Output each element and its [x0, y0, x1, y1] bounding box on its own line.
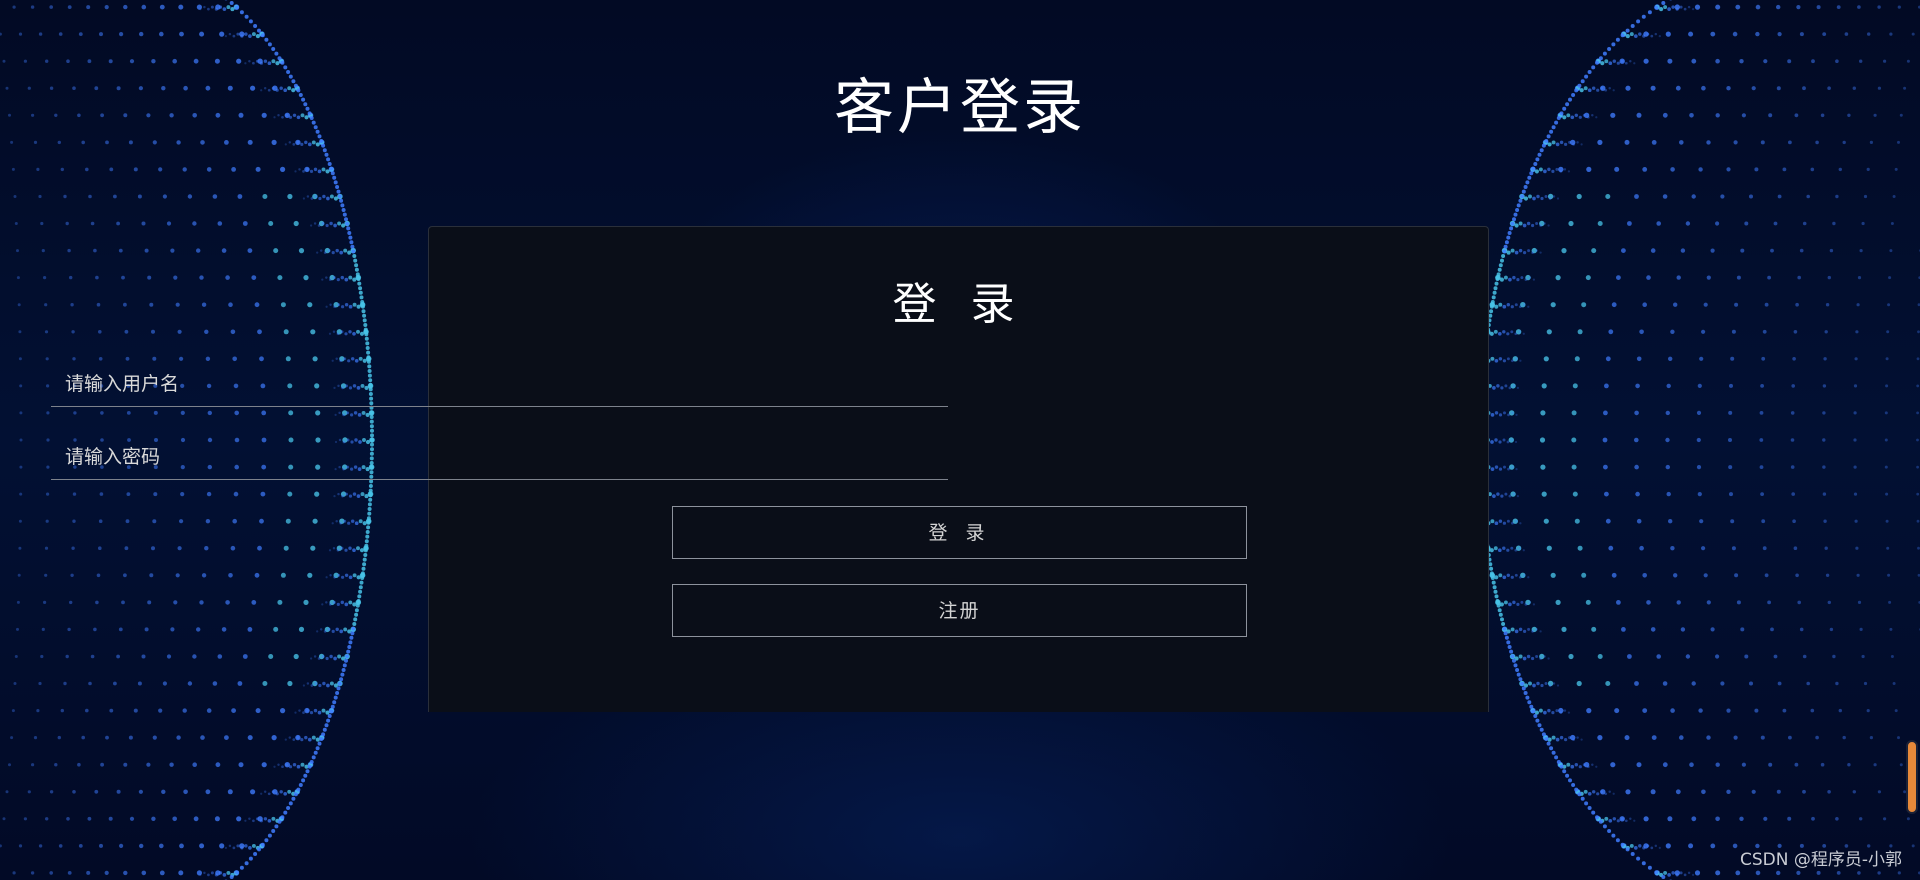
password-field	[51, 435, 948, 480]
login-page: 客户登录 登 录 登 录 注册 CSDN @程序员-小郭	[0, 0, 1920, 880]
page-title: 客户登录	[834, 73, 1086, 143]
login-card-title: 登 录	[892, 279, 1025, 330]
username-field	[51, 362, 948, 407]
register-button[interactable]: 注册	[672, 584, 1247, 637]
scrollbar-thumb[interactable]	[1906, 740, 1918, 814]
password-input[interactable]	[51, 435, 948, 479]
login-button[interactable]: 登 录	[672, 506, 1247, 559]
watermark: CSDN @程序员-小郭	[1739, 850, 1902, 870]
username-input[interactable]	[51, 362, 948, 406]
